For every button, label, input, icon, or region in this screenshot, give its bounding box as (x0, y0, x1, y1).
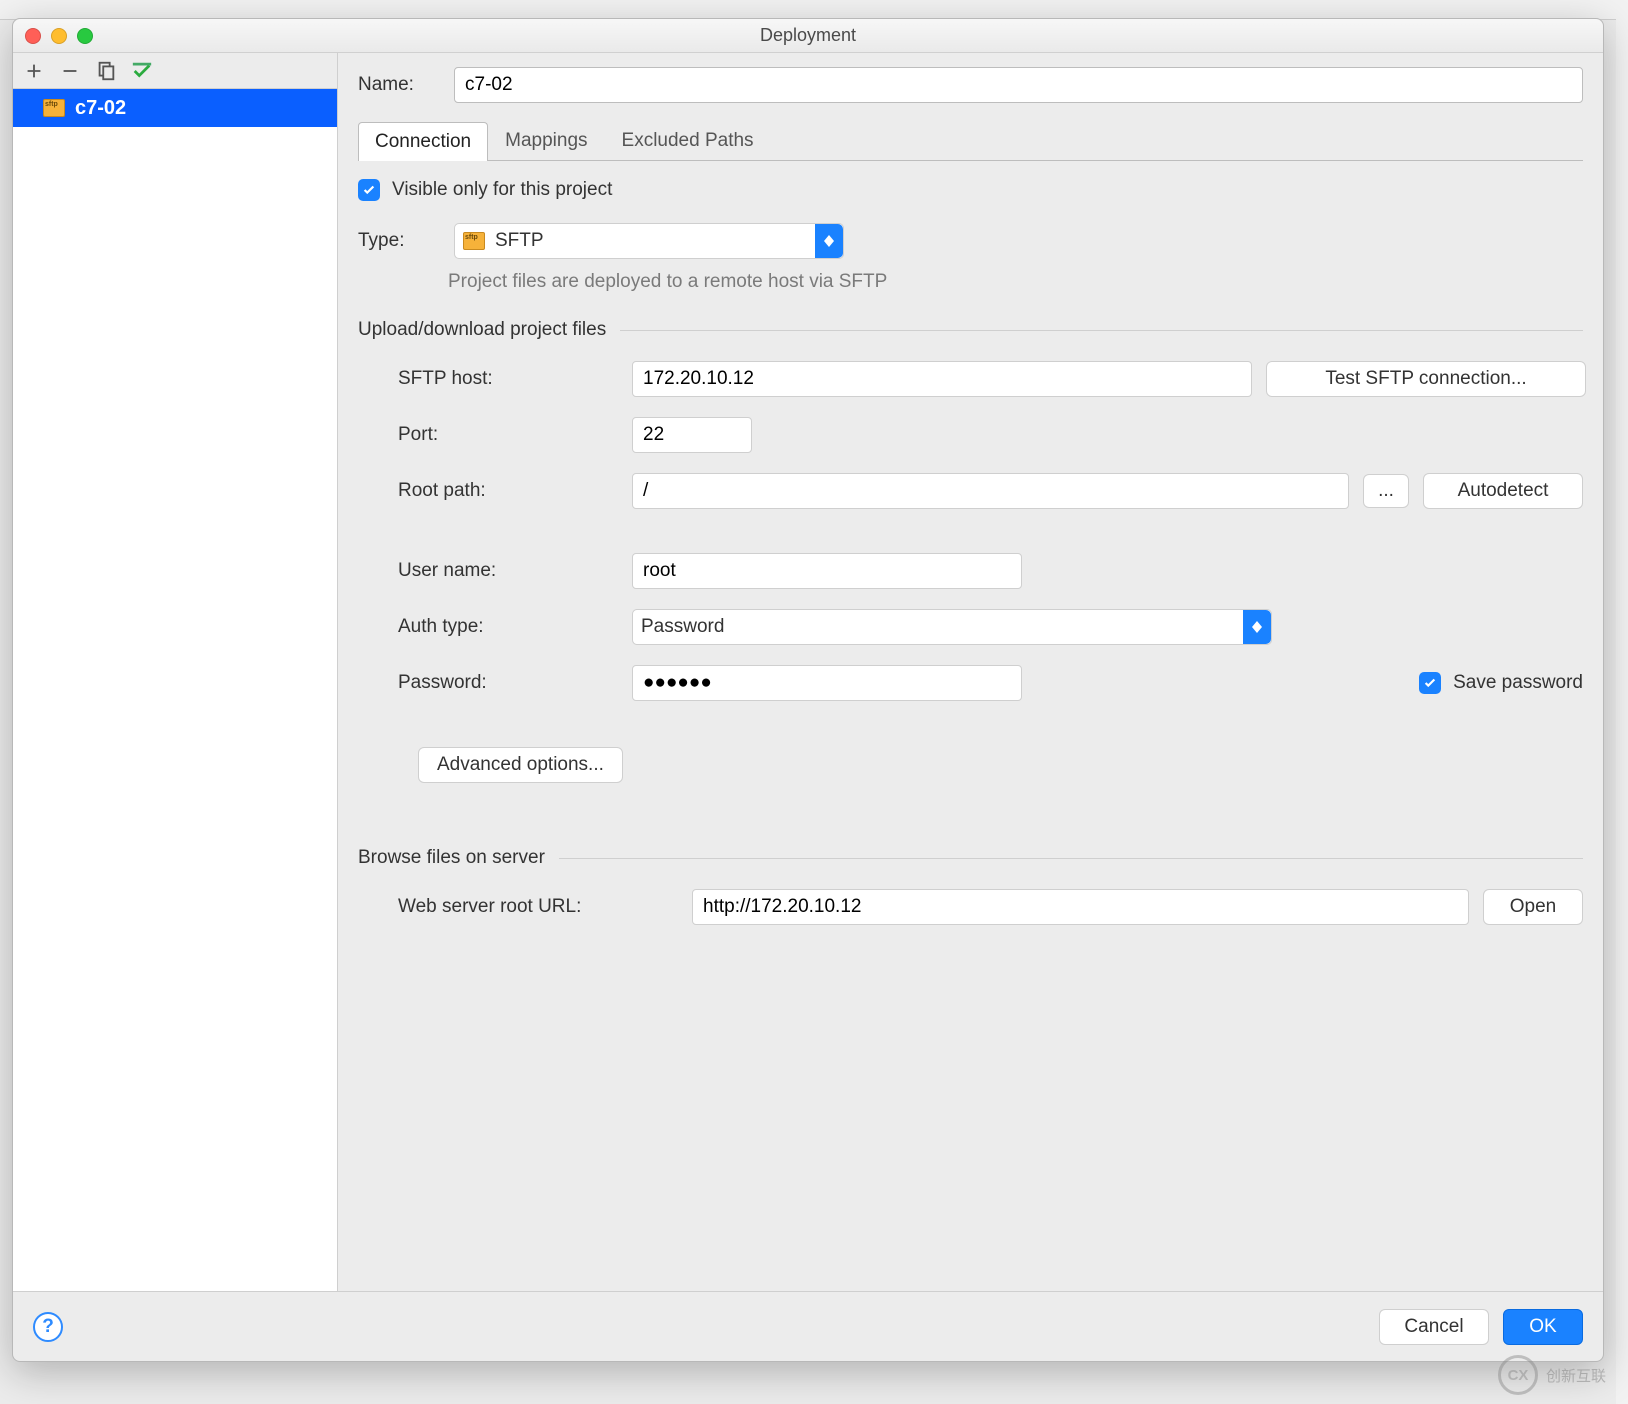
root-path-label: Root path: (398, 480, 618, 502)
titlebar: Deployment (13, 19, 1603, 53)
set-default-icon[interactable] (131, 60, 153, 82)
cancel-button[interactable]: Cancel (1379, 1309, 1489, 1345)
copy-server-icon[interactable] (95, 60, 117, 82)
help-button[interactable]: ? (33, 1312, 63, 1342)
window-title: Deployment (760, 25, 856, 46)
minimize-window-button[interactable] (51, 28, 67, 44)
chevron-updown-icon (815, 224, 843, 258)
advanced-options-button[interactable]: Advanced options... (418, 747, 623, 783)
remove-server-icon[interactable] (59, 60, 81, 82)
server-sidebar: c7-02 (13, 53, 338, 1291)
auth-type-select[interactable]: Password (632, 609, 1272, 645)
name-label: Name: (358, 74, 436, 96)
sftp-icon (463, 232, 485, 250)
window-controls (25, 28, 93, 44)
sftp-host-input[interactable] (632, 361, 1252, 397)
watermark-logo-icon: CX (1498, 1355, 1538, 1395)
sidebar-toolbar (13, 53, 337, 89)
auth-type-value: Password (641, 616, 724, 638)
server-list: c7-02 (13, 89, 337, 1291)
tab-mappings[interactable]: Mappings (488, 121, 604, 160)
dialog-footer: ? Cancel OK (13, 1291, 1603, 1361)
name-input[interactable] (454, 67, 1583, 103)
open-url-button[interactable]: Open (1483, 889, 1583, 925)
port-input[interactable] (632, 417, 752, 453)
visible-only-label: Visible only for this project (392, 179, 612, 201)
zoom-window-button[interactable] (77, 28, 93, 44)
password-input[interactable] (632, 665, 1022, 701)
sidebar-item-c7-02[interactable]: c7-02 (13, 89, 337, 127)
tab-excluded-paths[interactable]: Excluded Paths (605, 121, 771, 160)
section-upload: Upload/download project files (358, 319, 1583, 341)
type-value: SFTP (495, 230, 544, 252)
deployment-dialog: Deployment c7-02 (12, 18, 1604, 1362)
type-select[interactable]: SFTP (454, 223, 844, 259)
password-label: Password: (398, 672, 618, 694)
type-label: Type: (358, 230, 436, 252)
username-input[interactable] (632, 553, 1022, 589)
browse-root-button[interactable]: ... (1363, 474, 1409, 508)
port-label: Port: (398, 424, 618, 446)
autodetect-button[interactable]: Autodetect (1423, 473, 1583, 509)
sftp-host-label: SFTP host: (398, 368, 618, 390)
ok-button[interactable]: OK (1503, 1309, 1583, 1345)
save-password-checkbox[interactable] (1419, 672, 1441, 694)
visible-only-checkbox[interactable] (358, 179, 380, 201)
save-password-label: Save password (1453, 672, 1583, 694)
sftp-icon (43, 99, 65, 117)
tab-connection[interactable]: Connection (358, 122, 488, 161)
add-server-icon[interactable] (23, 60, 45, 82)
chevron-updown-icon (1243, 610, 1271, 644)
close-window-button[interactable] (25, 28, 41, 44)
auth-type-label: Auth type: (398, 616, 618, 638)
test-connection-button[interactable]: Test SFTP connection... (1266, 361, 1586, 397)
type-hint: Project files are deployed to a remote h… (358, 271, 1583, 293)
web-root-label: Web server root URL: (398, 896, 678, 918)
web-root-input[interactable] (692, 889, 1469, 925)
main-panel: Name: Connection Mappings Excluded Paths… (338, 53, 1603, 1291)
tabs: Connection Mappings Excluded Paths (358, 121, 1583, 161)
sidebar-item-label: c7-02 (75, 97, 126, 120)
root-path-input[interactable] (632, 473, 1349, 509)
section-browse: Browse files on server (358, 847, 1583, 869)
watermark: CX 创新互联 (1446, 1352, 1606, 1398)
username-label: User name: (398, 560, 618, 582)
